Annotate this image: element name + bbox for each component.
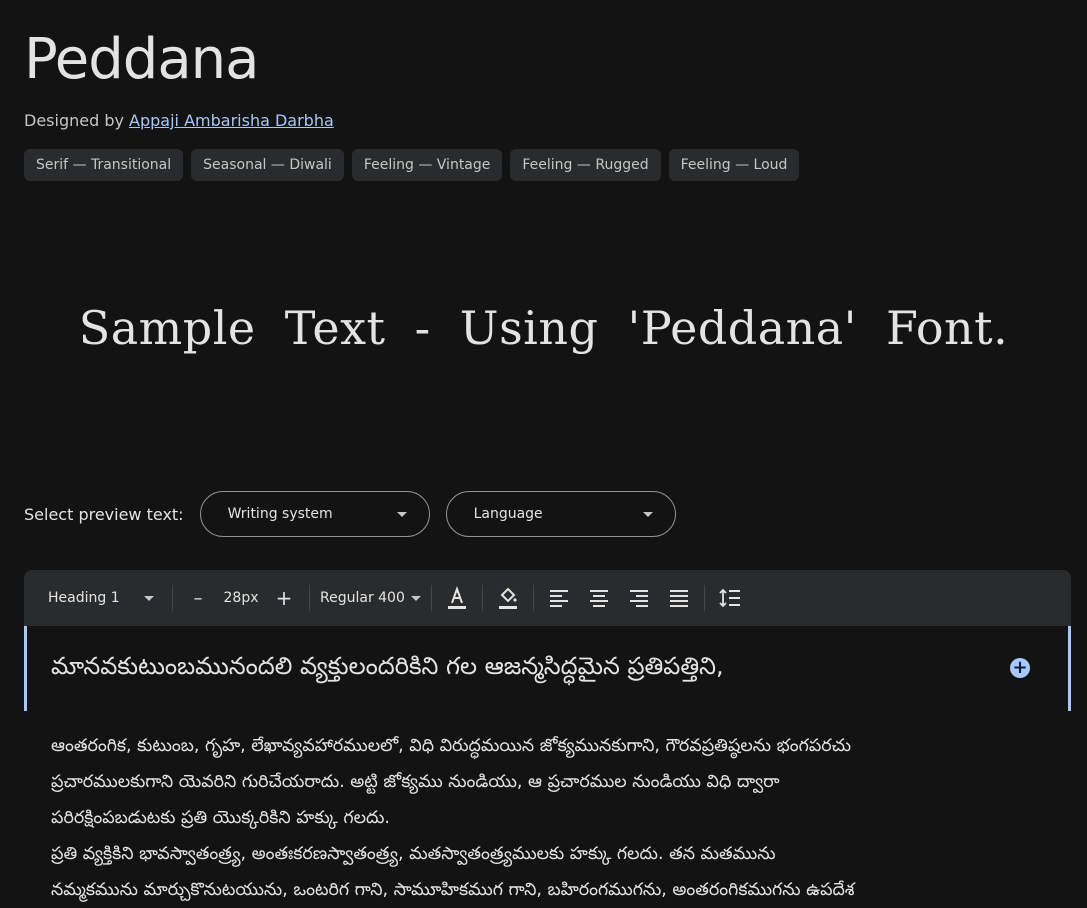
toolbar-divider: [309, 585, 310, 611]
preview-selector-row: Select preview text: Writing system Lang…: [24, 490, 692, 538]
align-justify-icon[interactable]: [664, 583, 694, 613]
font-weight-dropdown[interactable]: Regular 400: [320, 590, 421, 606]
add-block-icon[interactable]: +: [1010, 658, 1030, 678]
align-center-icon[interactable]: [584, 583, 614, 613]
writing-system-select[interactable]: Writing system: [199, 491, 430, 537]
chevron-down-icon: [396, 511, 407, 517]
editor-toolbar: Heading 1 – 28px + Regular 400: [24, 570, 1071, 626]
designer-link[interactable]: Appaji Ambarisha Darbha: [129, 111, 334, 130]
toolbar-divider: [703, 585, 705, 611]
language-select[interactable]: Language: [445, 491, 676, 537]
highlight-color-icon[interactable]: [493, 583, 523, 613]
editor-heading-text[interactable]: మానవకుటుంబమునందలి వ్యక్తులందరికిని గల ఆజ…: [51, 646, 724, 686]
writing-system-value: Writing system: [227, 506, 333, 522]
designed-by-label: Designed by: [24, 111, 124, 130]
toolbar-divider: [430, 585, 432, 611]
tag-serif-transitional[interactable]: Serif — Transitional: [24, 149, 184, 181]
editor-heading-block[interactable]: మానవకుటుంబమునందలి వ్యక్తులందరికిని గల ఆజ…: [24, 626, 1071, 711]
text-color-icon[interactable]: [442, 583, 472, 613]
editor-body[interactable]: ఆంతరంగిక, కుటుంబ, గృహ, లేఖావ్యవహారములలో,…: [51, 728, 991, 908]
tag-feeling-vintage[interactable]: Feeling — Vintage: [351, 149, 503, 181]
font-title: Peddana: [24, 27, 259, 92]
tag-list: Serif — Transitional Seasonal — Diwali F…: [24, 149, 800, 181]
editor-paragraph-line: ఆంతరంగిక, కుటుంబ, గృహ, లేఖావ్యవహారములలో,…: [51, 736, 852, 756]
editor-paragraph-line: పరిరక్షింపబడుటకు ప్రతి యొక్కరికిని హక్కు…: [51, 808, 390, 828]
align-right-icon[interactable]: [624, 583, 654, 613]
language-value: Language: [473, 506, 543, 522]
chevron-down-icon: [143, 595, 154, 601]
chevron-down-icon: [642, 511, 653, 517]
toolbar-divider: [172, 585, 173, 611]
designer-line: Designed by Appaji Ambarisha Darbha: [24, 110, 334, 132]
chevron-down-icon: [410, 595, 421, 601]
tag-feeling-rugged[interactable]: Feeling — Rugged: [510, 149, 661, 181]
line-height-icon[interactable]: [715, 583, 745, 613]
editor-paragraph-line: ప్రచారములకుగాని యెవరిని గురిచేయరాదు. అట్…: [51, 772, 780, 792]
font-weight-value: Regular 400: [320, 590, 405, 606]
tag-feeling-loud[interactable]: Feeling — Loud: [668, 149, 800, 181]
font-size-value: 28px: [223, 590, 259, 606]
editor-paragraph-line: నమ్మకమును మార్చుకొనుటయును, ఒంటరిగ గాని, …: [51, 880, 855, 900]
tag-seasonal-diwali[interactable]: Seasonal — Diwali: [191, 149, 344, 181]
decrease-size-button[interactable]: –: [183, 583, 213, 613]
align-left-icon[interactable]: [544, 583, 574, 613]
editor-paragraph-line: ప్రతి వ్యక్తికిని భావస్వాతంత్ర్య, అంతఃకర…: [51, 844, 776, 864]
text-style-dropdown[interactable]: Heading 1: [48, 590, 162, 606]
toolbar-divider: [481, 585, 483, 611]
text-style-value: Heading 1: [48, 590, 120, 606]
sample-text: Sample Text - Using 'Peddana' Font.: [78, 301, 1009, 355]
increase-size-button[interactable]: +: [269, 583, 299, 613]
preview-label: Select preview text:: [24, 504, 184, 524]
toolbar-divider: [532, 585, 534, 611]
